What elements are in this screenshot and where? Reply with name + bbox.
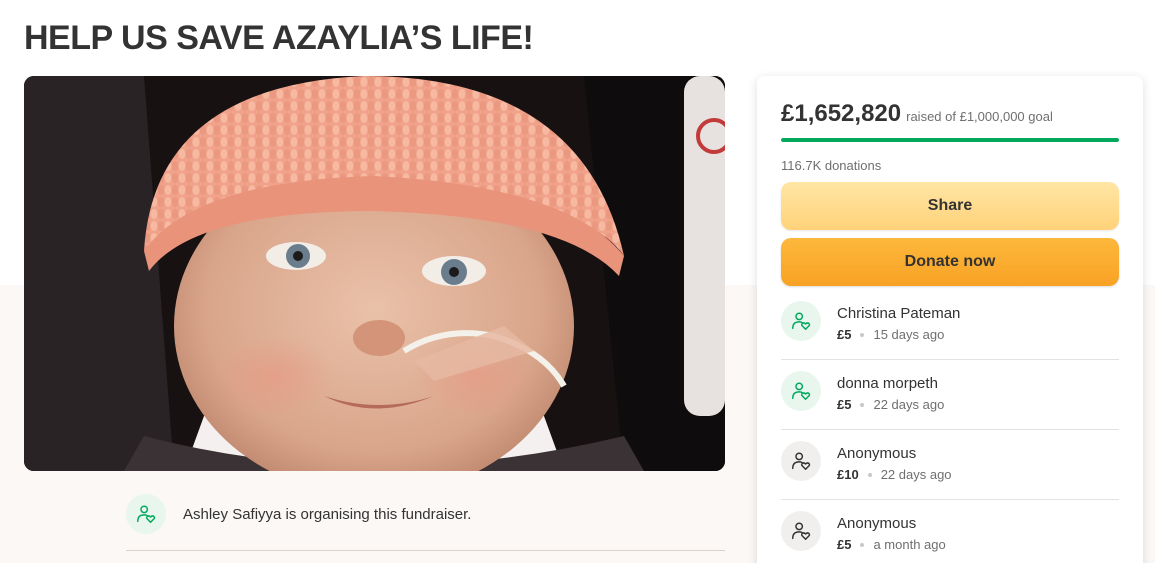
donor-avatar: [781, 301, 821, 341]
donate-now-button[interactable]: Donate now: [781, 238, 1119, 286]
organiser-text: Ashley Safiyya is organising this fundra…: [183, 505, 472, 523]
organiser-row: Ashley Safiyya is organising this fundra…: [126, 494, 471, 534]
donor-time: 22 days ago: [880, 467, 952, 482]
donor-amount: £10: [837, 467, 859, 482]
person-heart-icon: [137, 505, 156, 523]
donor-item: Christina Pateman £5 15 days ago: [781, 301, 1119, 371]
donor-time: 15 days ago: [873, 327, 945, 342]
progress-bar: [781, 138, 1119, 142]
donor-avatar: [781, 511, 821, 551]
amount-raised: £1,652,820: [781, 100, 902, 127]
share-button[interactable]: Share: [781, 182, 1119, 230]
person-heart-icon: [792, 452, 811, 470]
donor-amount: £5: [837, 327, 852, 342]
person-heart-icon: [792, 522, 811, 540]
donor-amount: £5: [837, 537, 852, 552]
hero-photo: [24, 76, 725, 471]
donor-divider: [781, 429, 1119, 430]
donor-amount: £5: [837, 397, 852, 412]
goal-text: raised of £1,000,000 goal: [906, 109, 1053, 124]
donor-time: 22 days ago: [873, 397, 945, 412]
donations-count: 116.7K donations: [781, 158, 882, 173]
donor-item: donna morpeth £5 22 days ago: [781, 371, 1119, 441]
organiser-avatar: [126, 494, 166, 534]
donor-avatar: [781, 371, 821, 411]
separator-dot: [860, 402, 865, 407]
donor-name: donna morpeth: [837, 375, 938, 392]
separator-dot: [860, 542, 865, 547]
donor-divider: [781, 359, 1119, 360]
donor-name: Christina Pateman: [837, 305, 961, 322]
donor-item: Anonymous £5 a month ago: [781, 511, 1119, 563]
person-heart-icon: [792, 382, 811, 400]
donor-time: a month ago: [873, 537, 946, 552]
donor-divider: [781, 499, 1119, 500]
separator-dot: [867, 472, 872, 477]
organiser-divider: [126, 550, 725, 551]
raised-summary: £1,652,820 raised of £1,000,000 goal: [781, 100, 1053, 128]
person-heart-icon: [792, 312, 811, 330]
donor-name: Anonymous: [837, 445, 917, 462]
separator-dot: [860, 332, 865, 337]
progress-fill: [781, 138, 1119, 142]
donor-name: Anonymous: [837, 515, 917, 532]
donor-avatar: [781, 441, 821, 481]
page-title: HELP US SAVE AZAYLIA’S LIFE!: [24, 19, 534, 57]
donation-card: £1,652,820 raised of £1,000,000 goal 116…: [757, 76, 1143, 563]
donor-item: Anonymous £10 22 days ago: [781, 441, 1119, 511]
